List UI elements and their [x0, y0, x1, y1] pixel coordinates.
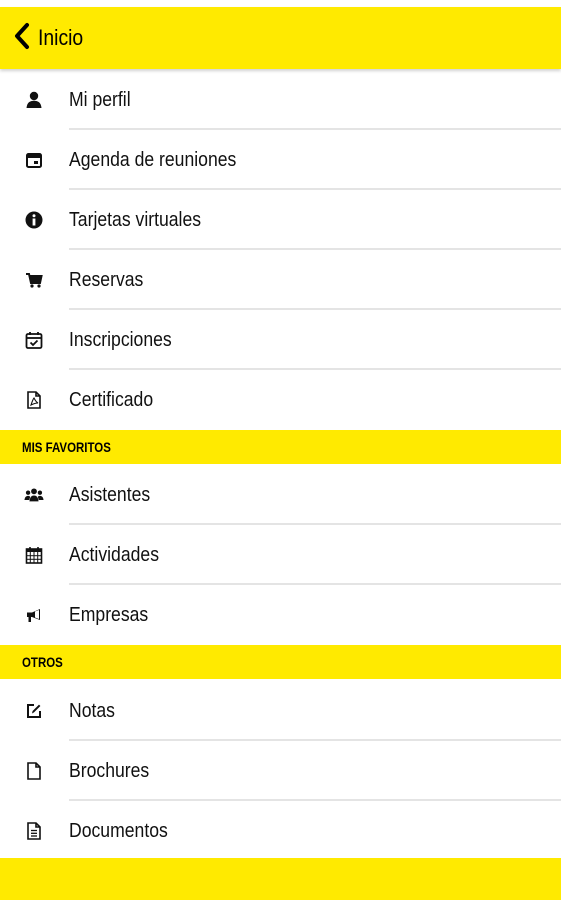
- pdf-file-icon: [22, 388, 46, 412]
- calendar-check-icon: [22, 328, 46, 352]
- menu-item-reservas[interactable]: Reservas: [0, 250, 561, 310]
- back-label: Inicio: [38, 25, 84, 50]
- megaphone-icon: [22, 603, 46, 627]
- otros-list: Notas Brochures Documentos: [0, 681, 561, 861]
- menu-item-label: Actividades: [69, 543, 160, 566]
- back-button[interactable]: Inicio: [0, 22, 89, 55]
- menu-item-tarjetas-virtuales[interactable]: Tarjetas virtuales: [0, 190, 561, 250]
- user-icon: [22, 88, 46, 112]
- menu-item-label: Asistentes: [69, 483, 151, 506]
- favoritos-list: Asistentes Actividades Empresas: [0, 465, 561, 645]
- section-title: MIS FAVORITOS: [22, 439, 111, 455]
- menu-item-label: Empresas: [69, 603, 149, 626]
- chevron-left-icon: [12, 22, 32, 55]
- menu-item-brochures[interactable]: Brochures: [0, 741, 561, 801]
- menu-item-label: Mi perfil: [69, 88, 131, 111]
- menu-item-label: Brochures: [69, 759, 150, 782]
- menu-item-mi-perfil[interactable]: Mi perfil: [0, 70, 561, 130]
- section-header-favoritos: MIS FAVORITOS: [0, 430, 561, 464]
- section-title: OTROS: [22, 654, 63, 670]
- main-menu: Mi perfil Agenda de reuniones Tarjetas v…: [0, 70, 561, 430]
- cart-icon: [22, 268, 46, 292]
- edit-icon: [22, 699, 46, 723]
- menu-item-actividades[interactable]: Actividades: [0, 525, 561, 585]
- users-icon: [22, 483, 46, 507]
- info-icon: [22, 208, 46, 232]
- top-bar: Inicio: [0, 7, 561, 69]
- menu-item-label: Tarjetas virtuales: [69, 208, 202, 231]
- menu-item-label: Inscripciones: [69, 328, 172, 351]
- menu-item-agenda-de-reuniones[interactable]: Agenda de reuniones: [0, 130, 561, 190]
- bottom-bar: [0, 858, 561, 900]
- calendar-icon: [22, 148, 46, 172]
- document-text-icon: [22, 819, 46, 843]
- menu-item-certificado[interactable]: Certificado: [0, 370, 561, 430]
- calendar-grid-icon: [22, 543, 46, 567]
- menu-item-notas[interactable]: Notas: [0, 681, 561, 741]
- menu-item-inscripciones[interactable]: Inscripciones: [0, 310, 561, 370]
- menu-item-empresas[interactable]: Empresas: [0, 585, 561, 645]
- menu-item-label: Certificado: [69, 388, 154, 411]
- menu-item-label: Notas: [69, 699, 115, 722]
- menu-item-asistentes[interactable]: Asistentes: [0, 465, 561, 525]
- menu-item-label: Documentos: [69, 819, 168, 842]
- section-header-otros: OTROS: [0, 645, 561, 679]
- file-icon: [22, 759, 46, 783]
- menu-item-label: Reservas: [69, 268, 144, 291]
- menu-item-label: Agenda de reuniones: [69, 148, 237, 171]
- menu-item-documentos[interactable]: Documentos: [0, 801, 561, 861]
